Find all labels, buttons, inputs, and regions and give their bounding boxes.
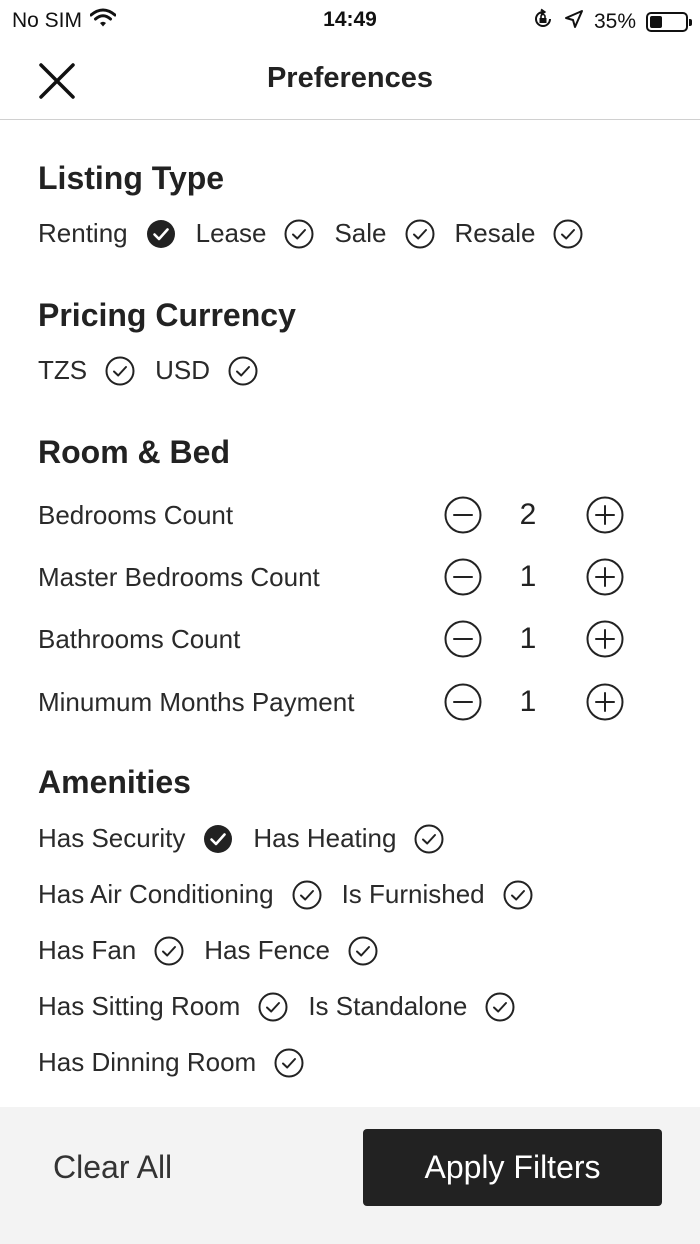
page-title: Preferences xyxy=(266,62,434,94)
unchecked-circle-icon[interactable] xyxy=(485,992,515,1022)
amenities-row-2: Has Air Conditioning Is Furnished xyxy=(38,879,553,910)
option-resale[interactable]: Resale xyxy=(455,218,604,249)
unchecked-circle-icon[interactable] xyxy=(503,880,533,910)
amenities-heading: Amenities xyxy=(38,764,191,800)
counter-row-bathrooms: Bathrooms Count 1 xyxy=(38,618,628,662)
battery-level xyxy=(650,16,662,28)
option-label: Has Sitting Room xyxy=(38,991,241,1021)
unchecked-circle-icon[interactable] xyxy=(154,936,184,966)
option-has-heating[interactable]: Has Heating xyxy=(253,823,464,854)
checked-circle-icon[interactable] xyxy=(203,824,233,854)
option-renting[interactable]: Renting xyxy=(38,218,196,249)
pricing-currency-heading: Pricing Currency xyxy=(38,297,296,333)
status-right: 35% xyxy=(532,8,692,36)
option-label: Has Dinning Room xyxy=(38,1047,257,1077)
counter-label: Bathrooms Count xyxy=(38,624,241,654)
amenities-row-3: Has Fan Has Fence xyxy=(38,935,398,966)
unchecked-circle-icon[interactable] xyxy=(348,936,378,966)
pricing-currency-options: TZS USD xyxy=(38,355,278,386)
orientation-lock-icon xyxy=(532,8,554,36)
minus-circle-icon[interactable] xyxy=(444,683,482,721)
option-label: Renting xyxy=(38,218,128,248)
location-icon xyxy=(564,9,584,35)
checked-circle-icon[interactable] xyxy=(146,219,176,249)
option-label: Is Furnished xyxy=(341,879,485,909)
apply-filters-button[interactable]: Apply Filters xyxy=(363,1129,662,1206)
room-bed-heading: Room & Bed xyxy=(38,434,230,470)
amenities-row-5: Has Dinning Room xyxy=(38,1047,324,1078)
battery-icon xyxy=(646,12,692,32)
unchecked-circle-icon[interactable] xyxy=(405,219,435,249)
counter-value: 1 xyxy=(519,622,537,655)
amenities-row-4: Has Sitting Room Is Standalone xyxy=(38,991,535,1022)
option-has-fence[interactable]: Has Fence xyxy=(204,935,398,966)
option-label: Has Fence xyxy=(204,935,330,965)
option-has-air-conditioning[interactable]: Has Air Conditioning xyxy=(38,879,342,910)
unchecked-circle-icon[interactable] xyxy=(553,219,583,249)
option-has-dinning-room[interactable]: Has Dinning Room xyxy=(38,1047,324,1078)
counter-value: 2 xyxy=(519,498,537,531)
option-label: USD xyxy=(155,355,211,385)
unchecked-circle-icon[interactable] xyxy=(258,992,288,1022)
amenities-row-1: Has Security Has Heating xyxy=(38,823,464,854)
option-label: Sale xyxy=(334,218,387,248)
option-has-fan[interactable]: Has Fan xyxy=(38,935,204,966)
option-has-sitting-room[interactable]: Has Sitting Room xyxy=(38,991,308,1022)
option-label: Has Air Conditioning xyxy=(38,879,274,909)
counter-label: Minumum Months Payment xyxy=(38,687,355,717)
option-label: Has Heating xyxy=(253,823,397,853)
option-label: Lease xyxy=(195,218,267,248)
minus-circle-icon[interactable] xyxy=(444,558,482,596)
counter-row-master-bedrooms: Master Bedrooms Count 1 xyxy=(38,556,628,600)
counter-row-bedrooms: Bedrooms Count 2 xyxy=(38,494,628,538)
plus-circle-icon[interactable] xyxy=(586,683,624,721)
plus-circle-icon[interactable] xyxy=(586,558,624,596)
unchecked-circle-icon[interactable] xyxy=(228,356,258,386)
counter-row-min-months: Minumum Months Payment 1 xyxy=(38,681,628,725)
option-label: Resale xyxy=(454,218,536,248)
unchecked-circle-icon[interactable] xyxy=(105,356,135,386)
option-tzs[interactable]: TZS xyxy=(38,355,155,386)
unchecked-circle-icon[interactable] xyxy=(284,219,314,249)
option-is-standalone[interactable]: Is Standalone xyxy=(308,991,535,1022)
apply-filters-label: Apply Filters xyxy=(424,1149,601,1185)
plus-circle-icon[interactable] xyxy=(586,496,624,534)
option-label: TZS xyxy=(38,355,88,385)
plus-circle-icon[interactable] xyxy=(586,620,624,658)
unchecked-circle-icon[interactable] xyxy=(292,880,322,910)
option-has-security[interactable]: Has Security xyxy=(38,823,253,854)
counter-value: 1 xyxy=(519,560,537,593)
option-is-furnished[interactable]: Is Furnished xyxy=(342,879,553,910)
listing-type-heading: Listing Type xyxy=(38,160,225,196)
counter-label: Bedrooms Count xyxy=(38,500,234,530)
unchecked-circle-icon[interactable] xyxy=(414,824,444,854)
unchecked-circle-icon[interactable] xyxy=(274,1048,304,1078)
listing-type-options: Renting Lease Sale Resale xyxy=(38,218,603,249)
option-label: Is Standalone xyxy=(308,991,468,1021)
option-label: Has Fan xyxy=(38,935,137,965)
option-label: Has Security xyxy=(38,823,186,853)
clear-all-button[interactable]: Clear All xyxy=(53,1149,172,1186)
minus-circle-icon[interactable] xyxy=(444,620,482,658)
option-sale[interactable]: Sale xyxy=(334,218,454,249)
status-bar: No SIM 14:49 35% xyxy=(0,0,700,40)
counter-label: Master Bedrooms Count xyxy=(38,562,320,592)
minus-circle-icon[interactable] xyxy=(444,496,482,534)
option-lease[interactable]: Lease xyxy=(196,218,335,249)
footer-bar: Clear All Apply Filters xyxy=(0,1107,700,1244)
nav-bar: Preferences xyxy=(0,40,700,120)
option-usd[interactable]: USD xyxy=(155,355,278,386)
battery-percent: 35% xyxy=(593,10,636,33)
counter-value: 1 xyxy=(519,685,537,718)
